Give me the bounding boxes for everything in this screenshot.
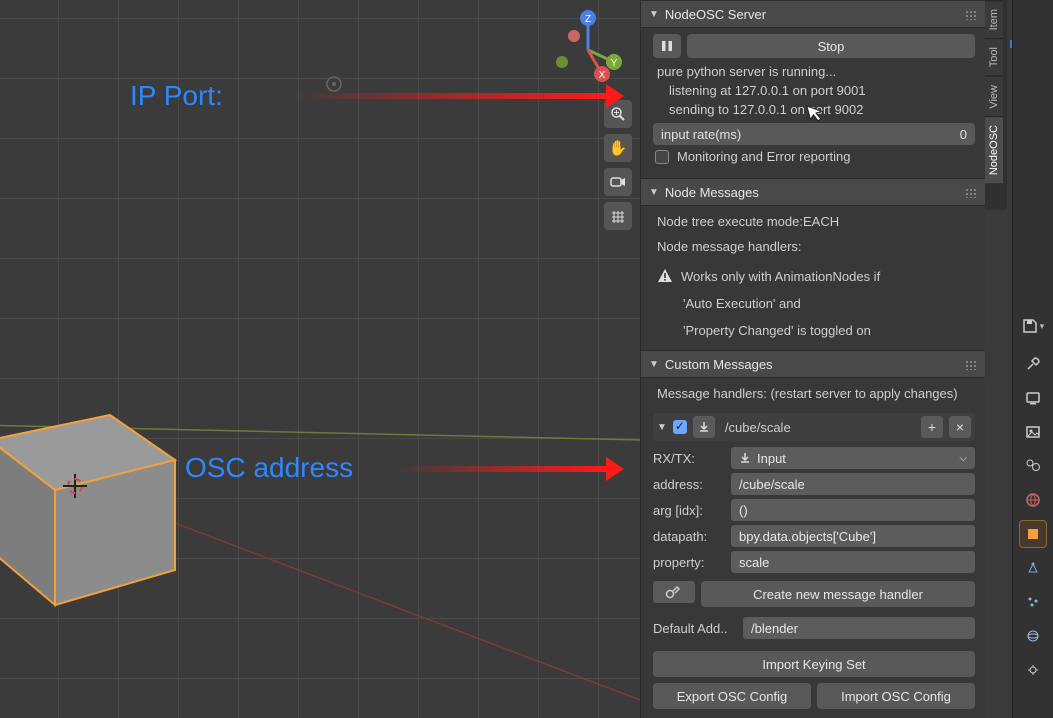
rxtx-label: RX/TX:	[653, 451, 731, 466]
input-rate-value: 0	[960, 127, 967, 142]
axis-lines	[0, 0, 640, 718]
svg-text:Y: Y	[611, 58, 618, 69]
section-body-node-messages: Node tree execute mode:EACH Node message…	[641, 206, 985, 350]
world-icon[interactable]	[1019, 486, 1047, 514]
section-title: Custom Messages	[665, 357, 773, 372]
properties-panel: ▼ NodeOSC Server Stop pure python server…	[640, 0, 985, 718]
tab-item[interactable]: Item	[985, 0, 1003, 38]
disclosure-icon: ▼	[649, 9, 659, 20]
particles-icon[interactable]	[1019, 588, 1047, 616]
download-icon	[739, 452, 751, 464]
physics-icon[interactable]	[1019, 622, 1047, 650]
section-header-node-messages[interactable]: ▼ Node Messages	[641, 178, 985, 206]
grip-icon[interactable]	[965, 188, 977, 198]
import-config-button[interactable]: Import OSC Config	[817, 683, 975, 709]
svg-text:Z: Z	[585, 14, 591, 25]
datapath-label: datapath:	[653, 529, 731, 544]
exec-mode-text: Node tree execute mode:EACH	[653, 212, 975, 231]
export-config-button[interactable]: Export OSC Config	[653, 683, 811, 709]
object-icon[interactable]	[1019, 520, 1047, 548]
default-address-input[interactable]: /blender	[743, 617, 975, 639]
input-rate-field[interactable]: input rate(ms) 0	[653, 123, 975, 145]
section-body-server: Stop pure python server is running... li…	[641, 28, 985, 178]
section-header-custom-messages[interactable]: ▼ Custom Messages	[641, 350, 985, 378]
rxtx-dropdown[interactable]: Input ⌵	[731, 447, 975, 469]
image-icon[interactable]	[1019, 418, 1047, 446]
grid-icon[interactable]	[604, 202, 632, 230]
disclosure-icon: ▼	[649, 187, 659, 198]
save-dropdown[interactable]: ▾	[1022, 318, 1045, 334]
section-header-server[interactable]: ▼ NodeOSC Server	[641, 0, 985, 28]
annotation-ip-port: IP Port:	[130, 80, 223, 112]
camera-icon[interactable]	[604, 168, 632, 196]
disclosure-icon: ▼	[649, 359, 659, 370]
section-body-custom-messages: Message handlers: (restart server to app…	[641, 378, 985, 718]
address-input[interactable]: /cube/scale	[731, 473, 975, 495]
grip-icon[interactable]	[965, 10, 977, 20]
svg-text:X: X	[599, 70, 606, 81]
arg-label: arg [idx]:	[653, 503, 731, 518]
pick-property-button[interactable]	[653, 581, 695, 603]
default-address-label: Default Add..	[653, 621, 743, 636]
custom-subtitle: Message handlers: (restart server to app…	[653, 384, 975, 403]
message-address-text: /cube/scale	[721, 420, 915, 435]
monitoring-label: Monitoring and Error reporting	[677, 149, 850, 164]
hand-icon[interactable]: ✋	[604, 134, 632, 162]
grip-icon[interactable]	[965, 360, 977, 370]
section-title: NodeOSC Server	[665, 7, 766, 22]
empty-object[interactable]	[325, 75, 343, 93]
handlers-text: Node message handlers:	[653, 237, 975, 256]
tool-icon[interactable]	[1019, 350, 1047, 378]
datapath-input[interactable]: bpy.data.objects['Cube']	[731, 525, 975, 547]
address-label: address:	[653, 477, 731, 492]
input-rate-label: input rate(ms)	[661, 127, 741, 142]
vertical-tabs: Item Tool View NodeOSC	[985, 0, 1007, 210]
status-running: pure python server is running...	[653, 62, 975, 81]
download-icon[interactable]	[693, 416, 715, 438]
import-keying-button[interactable]: Import Keying Set	[653, 651, 975, 677]
properties-iconbar: ▾	[1012, 0, 1053, 718]
status-listening: listening at 127.0.0.1 on port 9001	[653, 81, 975, 100]
warn-line-3: 'Property Changed' is toggled on	[653, 321, 975, 340]
monitoring-checkbox[interactable]	[655, 150, 669, 164]
viewport-tool-column: ✋	[604, 100, 636, 230]
rxtx-value: Input	[757, 451, 786, 466]
annotation-osc-address: OSC address	[185, 452, 353, 484]
disclosure-icon[interactable]: ▼	[657, 422, 667, 433]
cursor-3d	[65, 476, 85, 496]
tab-nodeosc[interactable]: NodeOSC	[985, 116, 1003, 183]
stop-button[interactable]: Stop	[687, 34, 975, 58]
scene-icon[interactable]	[1019, 452, 1047, 480]
warn-line-2: 'Auto Execution' and	[653, 294, 975, 313]
warning-icon	[657, 268, 673, 284]
output-icon[interactable]	[1019, 384, 1047, 412]
pause-button[interactable]	[653, 34, 681, 58]
arrow-ip-port	[290, 93, 610, 99]
arg-input[interactable]: ()	[731, 499, 975, 521]
tab-tool[interactable]: Tool	[985, 38, 1003, 75]
property-label: property:	[653, 555, 731, 570]
warn-line-1: Works only with AnimationNodes if	[681, 269, 880, 284]
chevron-down-icon: ▾	[1040, 321, 1045, 332]
viewport-3d[interactable]: Z Y X ✋	[0, 0, 640, 718]
message-enable-checkbox[interactable]	[673, 420, 687, 434]
chevron-down-icon: ⌵	[959, 453, 967, 464]
create-handler-button[interactable]: Create new message handler	[701, 581, 975, 607]
axis-gizmo[interactable]: Z Y X	[548, 10, 628, 90]
section-title: Node Messages	[665, 185, 759, 200]
tab-view[interactable]: View	[985, 76, 1003, 117]
status-sending: sending to 127.0.0.1 on port 9002	[653, 100, 975, 119]
arrow-osc-address	[395, 466, 610, 472]
message-item: ▼ /cube/scale + ×	[653, 413, 975, 441]
constraints-icon[interactable]	[1019, 656, 1047, 684]
property-input[interactable]: scale	[731, 551, 975, 573]
modifier-icon[interactable]	[1019, 554, 1047, 582]
remove-button[interactable]: ×	[949, 416, 971, 438]
add-button[interactable]: +	[921, 416, 943, 438]
